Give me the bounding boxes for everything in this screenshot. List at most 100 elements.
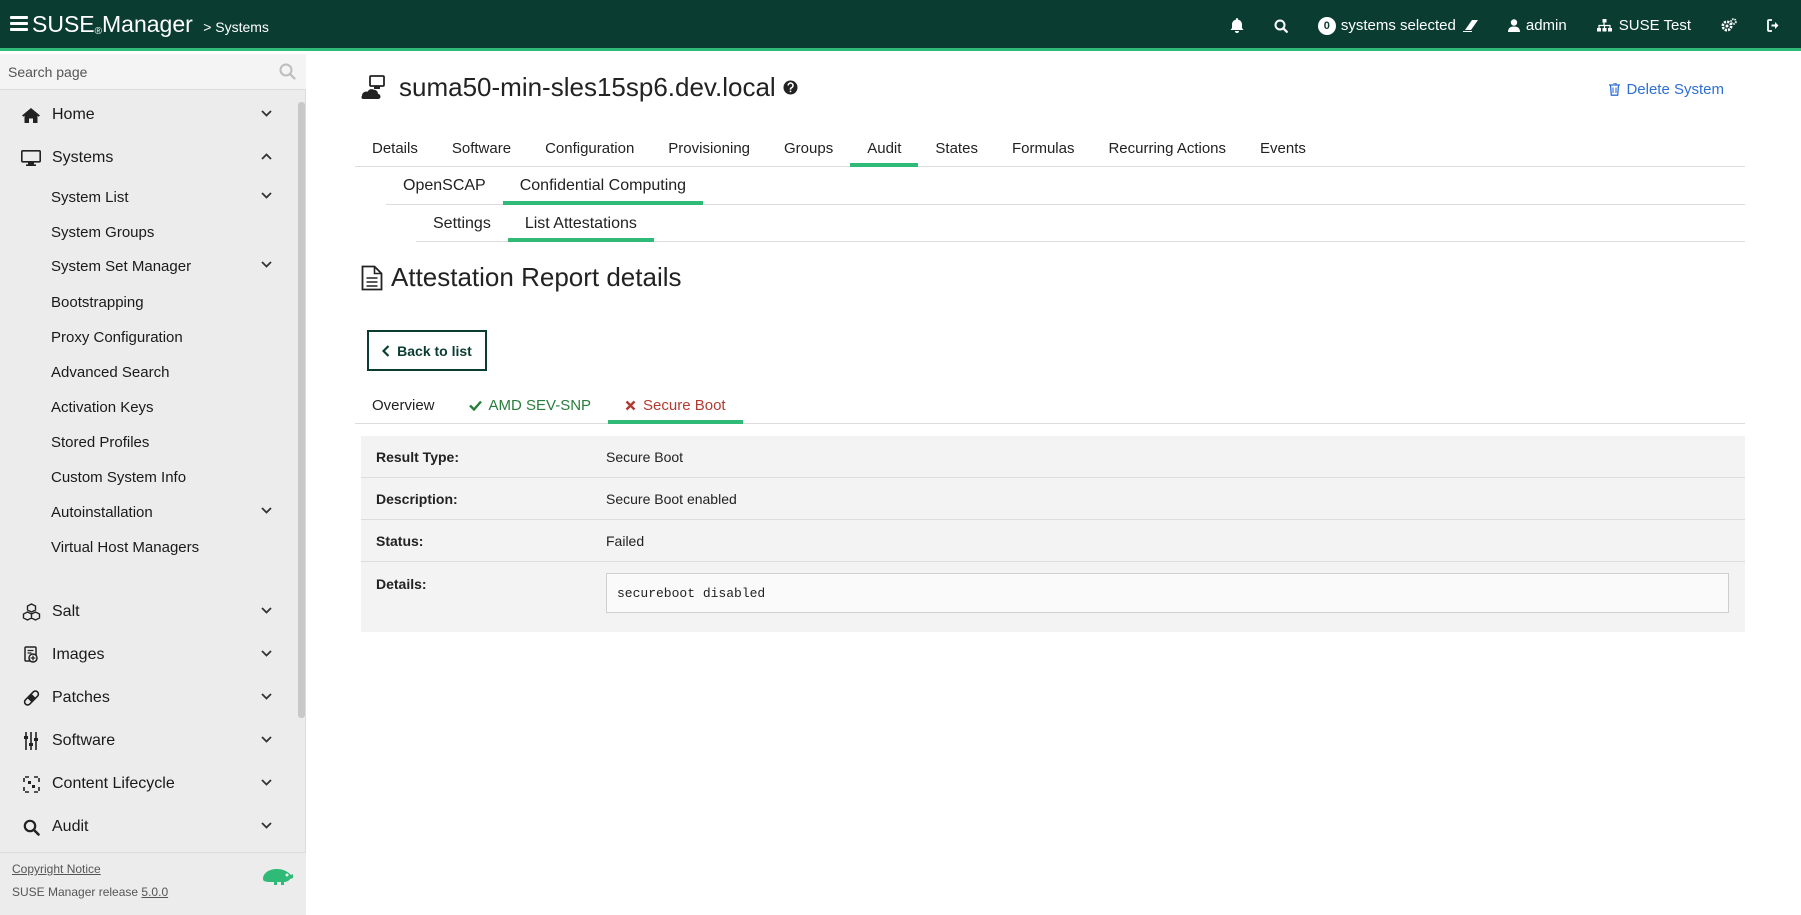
sidebar-item-advanced-search[interactable]: Advanced Search [0, 354, 296, 390]
sidebar-item-salt[interactable]: Salt [0, 594, 296, 630]
tab-provisioning[interactable]: Provisioning [651, 131, 767, 166]
tab-overview[interactable]: Overview [355, 387, 452, 423]
detail-row-status: Status: Failed [361, 520, 1745, 562]
chevron-down-icon [261, 822, 272, 829]
tab-list-attestations[interactable]: List Attestations [507, 206, 654, 242]
organization-name: SUSE Test [1618, 17, 1691, 34]
tab-configuration[interactable]: Configuration [528, 131, 651, 166]
system-title: suma50-min-sles15sp6.dev.local [361, 72, 798, 103]
organization-menu[interactable]: SUSE Test [1596, 17, 1691, 34]
tab-details[interactable]: Details [355, 131, 435, 166]
search-icon [23, 819, 40, 836]
chevron-down-icon [261, 507, 272, 514]
chevron-down-icon [261, 192, 272, 199]
sidebar-item-bootstrapping[interactable]: Bootstrapping [0, 284, 296, 320]
detail-value: Failed [606, 533, 645, 549]
tab-label: Secure Boot [643, 396, 726, 414]
preferences-button[interactable] [1721, 18, 1737, 33]
tab-groups[interactable]: Groups [767, 131, 850, 166]
cubes-icon [22, 603, 40, 621]
back-to-list-button[interactable]: Back to list [367, 330, 487, 371]
sidebar-item-custom-system-info[interactable]: Custom System Info [0, 459, 296, 495]
sidebar-item-proxy-configuration[interactable]: Proxy Configuration [0, 319, 296, 355]
audit-subtabs: OpenSCAP Confidential Computing [386, 168, 1745, 205]
detail-row-details: Details: secureboot disabled [361, 562, 1745, 632]
sidebar-item-label: System Set Manager [51, 257, 192, 275]
sidebar-item-system-list[interactable]: System List [0, 179, 296, 215]
sidebar-item-virtual-host-managers[interactable]: Virtual Host Managers [0, 529, 296, 565]
sidebar-item-images[interactable]: Images [0, 637, 296, 673]
sidebar-item-patches[interactable]: Patches [0, 680, 296, 716]
sidebar-item-systems[interactable]: Systems [0, 140, 296, 176]
tab-confidential-computing[interactable]: Confidential Computing [502, 168, 704, 205]
sign-out-button[interactable] [1767, 19, 1781, 32]
sidebar-item-autoinstallation[interactable]: Autoinstallation [0, 494, 296, 530]
sidebar-item-label: Custom System Info [51, 468, 187, 486]
tab-events[interactable]: Events [1243, 131, 1323, 166]
back-to-list-label: Back to list [397, 342, 472, 359]
tab-label: AMD SEV-SNP [488, 396, 592, 414]
page-title: Attestation Report details [361, 262, 682, 293]
tab-recurring-actions[interactable]: Recurring Actions [1091, 131, 1243, 166]
sidebar-item-software[interactable]: Software [0, 723, 296, 759]
sidebar-item-label: Activation Keys [51, 398, 154, 416]
detail-row-description: Description: Secure Boot enabled [361, 478, 1745, 520]
breadcrumb[interactable]: > Systems [203, 19, 269, 35]
sidebar-item-label: Advanced Search [51, 363, 170, 381]
sidebar-item-system-groups[interactable]: System Groups [0, 214, 296, 250]
sidebar-scrollbar[interactable] [298, 102, 305, 718]
delete-system-button[interactable]: Delete System [1609, 81, 1724, 98]
user-menu[interactable]: admin [1507, 17, 1567, 34]
confidential-computing-subtabs: Settings List Attestations [416, 206, 1745, 242]
band-aid-icon [23, 690, 39, 706]
systems-selected[interactable]: 0 systems selected [1317, 16, 1478, 35]
tab-secure-boot[interactable]: Secure Boot [608, 387, 743, 424]
sidebar: Home Systems System List System Groups S… [0, 54, 306, 915]
tab-states[interactable]: States [918, 131, 995, 166]
chevron-up-icon [261, 153, 272, 160]
sidebar-item-label: System Groups [51, 223, 155, 241]
search-icon[interactable] [279, 63, 296, 80]
trash-icon [1609, 83, 1621, 96]
search-page-input[interactable] [0, 54, 270, 90]
app-brand[interactable]: SUSE®Manager > Systems [32, 11, 269, 38]
hamburger-menu-icon[interactable] [10, 16, 28, 32]
release-version-link[interactable]: 5.0.0 [141, 885, 168, 899]
chevron-down-icon [261, 736, 272, 743]
brand-product: Manager [102, 11, 193, 37]
sidebar-item-label: Proxy Configuration [51, 328, 183, 346]
sidebar-item-audit[interactable]: Audit [0, 809, 296, 845]
tab-amd-sev-snp[interactable]: AMD SEV-SNP [452, 387, 609, 423]
sidebar-item-label: Stored Profiles [51, 433, 150, 451]
page-title-text: Attestation Report details [391, 262, 682, 292]
tab-audit[interactable]: Audit [850, 131, 919, 167]
release-prefix: SUSE Manager release [12, 885, 139, 899]
sidebar-item-content-lifecycle[interactable]: Content Lifecycle [0, 766, 296, 802]
sidebar-item-system-set-manager[interactable]: System Set Manager [0, 248, 296, 284]
tab-openscap[interactable]: OpenSCAP [386, 168, 503, 204]
system-icon [361, 74, 385, 99]
sidebar-item-label: Salt [52, 603, 80, 620]
sidebar-search [0, 54, 306, 90]
delete-system-label: Delete System [1626, 81, 1724, 98]
search-button[interactable] [1274, 19, 1288, 33]
main-content: suma50-min-sles15sp6.dev.local Delete Sy… [307, 54, 1801, 915]
chevron-down-icon [261, 650, 272, 657]
sidebar-item-activation-keys[interactable]: Activation Keys [0, 389, 296, 425]
tab-software[interactable]: Software [435, 131, 528, 166]
eraser-icon[interactable] [1462, 19, 1478, 32]
sidebar-item-stored-profiles[interactable]: Stored Profiles [0, 424, 296, 460]
system-name: suma50-min-sles15sp6.dev.local [399, 72, 776, 102]
search-icon [1274, 19, 1288, 33]
sidebar-item-label: Images [52, 646, 105, 663]
sidebar-item-home[interactable]: Home [0, 97, 296, 133]
tab-settings[interactable]: Settings [416, 206, 508, 241]
notifications-button[interactable] [1230, 18, 1244, 33]
brand-name: SUSE [32, 11, 95, 37]
sidebar-item-label: Home [52, 106, 95, 123]
tab-formulas[interactable]: Formulas [995, 131, 1092, 166]
sidebar-item-label: Bootstrapping [51, 293, 144, 311]
copyright-notice-link[interactable]: Copyright Notice [12, 862, 101, 876]
sidebar-item-label: Autoinstallation [51, 503, 153, 521]
help-icon[interactable] [783, 80, 798, 95]
